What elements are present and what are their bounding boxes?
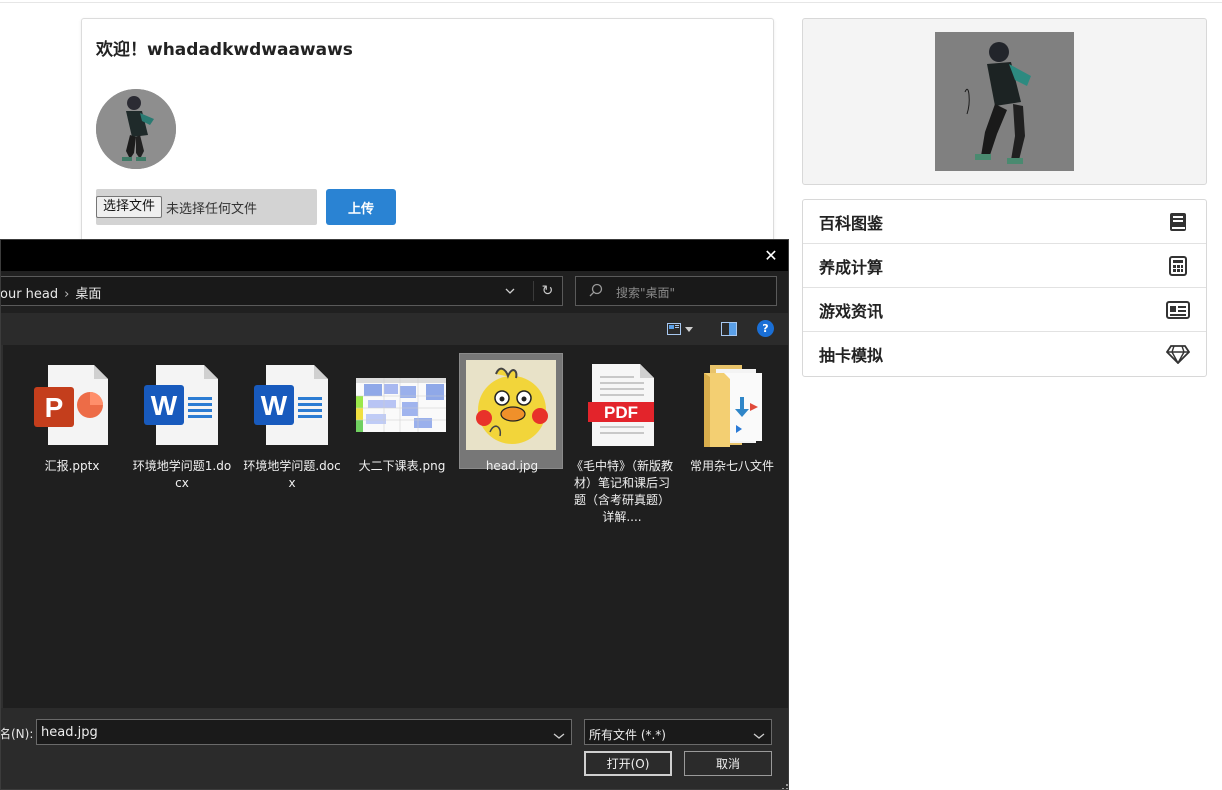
chevron-down-icon bbox=[685, 326, 693, 332]
top-border bbox=[0, 0, 1222, 3]
side-menu: 百科图鉴 养成计算 游戏资讯 抽卡模拟 bbox=[802, 199, 1207, 377]
menu-item-label: 游戏资讯 bbox=[819, 301, 884, 321]
breadcrumb: our head › 桌面 bbox=[1, 283, 101, 302]
filename-label: 名(N): bbox=[0, 727, 34, 741]
file-item[interactable]: W 环境地学问题.docx bbox=[239, 353, 343, 523]
calculator-icon bbox=[1166, 254, 1190, 278]
close-icon[interactable]: ✕ bbox=[760, 244, 782, 266]
pdf-file-icon: PDF bbox=[575, 360, 667, 450]
character-figure-icon bbox=[935, 32, 1074, 171]
svg-text:W: W bbox=[261, 390, 288, 421]
file-input[interactable]: 选择文件 未选择任何文件 bbox=[96, 189, 317, 225]
scroll-divider bbox=[1, 345, 3, 708]
diamond-icon bbox=[1166, 342, 1190, 366]
file-item-selected[interactable]: head.jpg bbox=[459, 353, 563, 473]
menu-item-calculator[interactable]: 养成计算 bbox=[803, 244, 1206, 288]
file-name: 汇报.pptx bbox=[44, 459, 100, 473]
refresh-icon[interactable]: ↻ bbox=[533, 281, 555, 301]
svg-text:PDF: PDF bbox=[604, 403, 638, 422]
breadcrumb-separator-icon: › bbox=[64, 287, 70, 302]
newspaper-icon bbox=[1166, 298, 1190, 322]
file-type-value: 所有文件 (*.*) bbox=[589, 728, 666, 742]
svg-text:W: W bbox=[151, 390, 178, 421]
breadcrumb-current[interactable]: 桌面 bbox=[75, 287, 101, 302]
word-file-icon: W bbox=[135, 360, 227, 450]
chevron-down-icon[interactable] bbox=[553, 725, 567, 739]
view-options-button[interactable] bbox=[667, 321, 703, 337]
file-item[interactable]: P 汇报.pptx bbox=[19, 353, 123, 523]
file-name: 《毛中特》（新版教材）笔记和课后习题（含考研真题）详解.... bbox=[570, 459, 673, 524]
search-input[interactable]: 搜索"桌面" bbox=[575, 276, 777, 306]
file-name: 环境地学问题.docx bbox=[243, 459, 341, 490]
dialog-titlebar: ✕ bbox=[1, 240, 788, 271]
address-bar[interactable]: our head › 桌面 ↻ bbox=[1, 276, 563, 306]
upload-button[interactable]: 上传 bbox=[326, 189, 396, 225]
search-placeholder: 搜索"桌面" bbox=[616, 286, 676, 300]
profile-card: 欢迎！whadadkwdwaawaws 选择文件 未选择任何文件 上传 bbox=[81, 18, 774, 258]
character-image-card bbox=[802, 18, 1207, 185]
welcome-heading: 欢迎！whadadkwdwaawaws bbox=[96, 40, 353, 60]
file-name: head.jpg bbox=[485, 459, 539, 473]
menu-item-label: 百科图鉴 bbox=[819, 213, 884, 233]
resize-grip-icon[interactable] bbox=[778, 779, 788, 789]
powerpoint-file-icon: P bbox=[25, 360, 117, 450]
dialog-footer: 名(N): head.jpg 所有文件 (*.*) 打开(O) 取消 bbox=[0, 708, 788, 789]
filename-field[interactable]: head.jpg bbox=[36, 719, 572, 745]
no-file-chosen-text: 未选择任何文件 bbox=[166, 201, 258, 217]
file-item[interactable]: W 环境地学问题1.docx bbox=[129, 353, 233, 523]
file-item[interactable]: PDF 《毛中特》（新版教材）笔记和课后习题（含考研真题）详解.... bbox=[569, 353, 673, 524]
chevron-down-icon[interactable] bbox=[500, 281, 520, 301]
filename-value: head.jpg bbox=[41, 725, 98, 740]
spreadsheet-image-icon bbox=[355, 360, 447, 450]
avatar bbox=[96, 89, 176, 169]
help-icon[interactable]: ? bbox=[757, 320, 774, 337]
cancel-button[interactable]: 取消 bbox=[684, 751, 772, 776]
file-name: 常用杂七八文件 bbox=[689, 459, 774, 473]
file-type-select[interactable]: 所有文件 (*.*) bbox=[584, 719, 772, 745]
breadcrumb-parent[interactable]: our head bbox=[1, 287, 58, 302]
image-thumbnail-icon bbox=[465, 360, 557, 450]
book-icon bbox=[1166, 210, 1190, 234]
word-file-icon: W bbox=[245, 360, 337, 450]
svg-text:P: P bbox=[45, 392, 64, 423]
search-icon bbox=[588, 283, 604, 299]
menu-item-label: 抽卡模拟 bbox=[819, 346, 884, 365]
menu-item-label: 养成计算 bbox=[819, 257, 884, 277]
file-name: 大二下课表.png bbox=[358, 459, 446, 473]
dialog-toolbar: ? bbox=[1, 313, 788, 345]
character-image bbox=[935, 32, 1074, 171]
menu-item-gacha[interactable]: 抽卡模拟 bbox=[803, 332, 1206, 376]
preview-pane-icon[interactable] bbox=[721, 321, 739, 337]
avatar-figure-icon bbox=[96, 89, 176, 169]
folder-icon bbox=[685, 360, 777, 450]
open-button[interactable]: 打开(O) bbox=[584, 751, 672, 776]
file-name: 环境地学问题1.docx bbox=[132, 459, 232, 490]
view-icon bbox=[667, 323, 681, 335]
file-list: P 汇报.pptx W 环境地学问题1.docx W 环境地学问题.docx 大… bbox=[1, 345, 788, 708]
file-item[interactable]: 大二下课表.png bbox=[349, 353, 453, 523]
menu-item-encyclopedia[interactable]: 百科图鉴 bbox=[803, 200, 1206, 244]
chevron-down-icon[interactable] bbox=[753, 725, 767, 739]
file-open-dialog: ✕ our head › 桌面 ↻ 搜索"桌面" ? P 汇报.pptx W 环… bbox=[0, 239, 789, 790]
file-item[interactable]: 常用杂七八文件 bbox=[679, 353, 783, 523]
menu-item-news[interactable]: 游戏资讯 bbox=[803, 288, 1206, 332]
choose-file-button[interactable]: 选择文件 bbox=[96, 196, 163, 218]
